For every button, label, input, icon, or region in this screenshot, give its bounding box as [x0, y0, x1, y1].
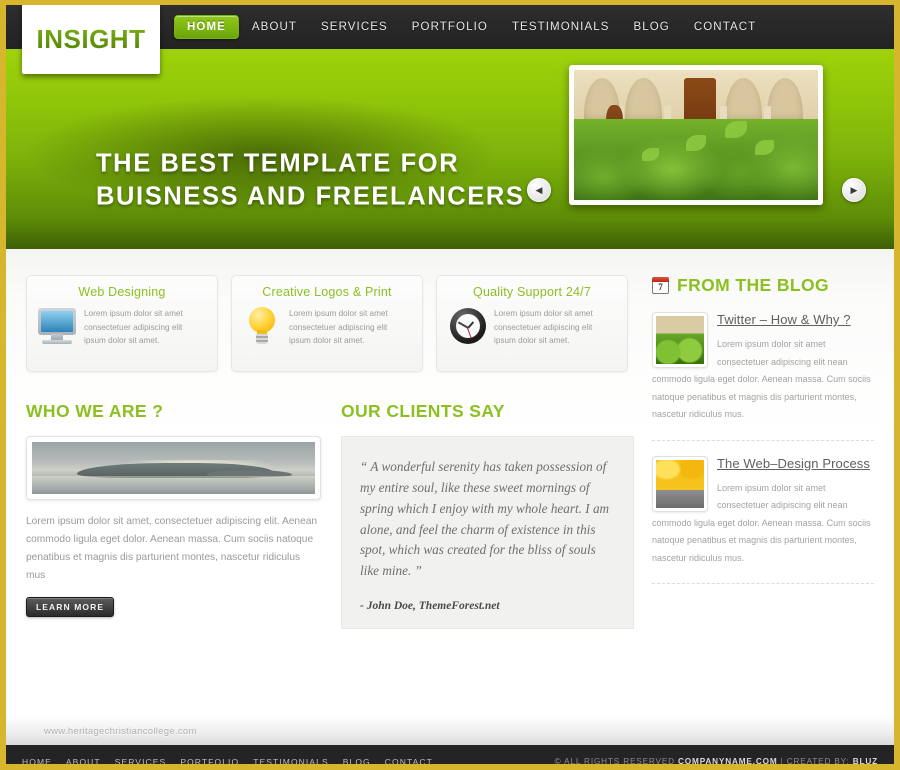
monitor-icon [38, 306, 76, 348]
blog-post-title[interactable]: Twitter – How & Why ? [717, 312, 851, 327]
blog-post: The Web–Design Process Lorem ipsum dolor… [652, 455, 874, 568]
footer-link-portfolio[interactable]: PORTFOLIO [180, 757, 239, 765]
watermark-band: www.heritagechristiancollege.com [6, 715, 894, 745]
main-content: Web Designing Lorem ipsum dolor sit amet… [6, 249, 894, 715]
testimonial-quote: “ A wonderful serenity has taken possess… [360, 459, 610, 579]
blog-sidebar: 7 FROM THE BLOG Twitter – How & Why ? Lo… [634, 275, 874, 715]
chevron-right-icon[interactable]: ▶ [842, 178, 866, 202]
section-title: OUR CLIENTS SAY [341, 401, 505, 421]
divider [652, 439, 874, 441]
footer-link-home[interactable]: HOME [22, 757, 52, 765]
footer-link-services[interactable]: SERVICES [115, 757, 167, 765]
nav-item-services[interactable]: SERVICES [310, 15, 399, 39]
footer-navigation: HOME ABOUT SERVICES PORTFOLIO TESTIMONIA… [22, 757, 433, 765]
learn-more-button[interactable]: LEARN MORE [26, 597, 115, 618]
copyright-author: BLUZ [852, 757, 878, 766]
nav-item-home[interactable]: HOME [174, 15, 239, 39]
feature-title: Quality Support 24/7 [473, 285, 591, 299]
mid-sections: WHO WE ARE ? Lorem ipsum dolor sit amet,… [26, 401, 634, 630]
hero-heading: THE BEST TEMPLATE FOR BUISNESS AND FREEL… [96, 147, 525, 212]
feature-boxes: Web Designing Lorem ipsum dolor sit amet… [26, 275, 634, 372]
footer-link-blog[interactable]: BLOG [343, 757, 371, 765]
lightbulb-icon [243, 306, 281, 348]
hero-slider: THE BEST TEMPLATE FOR BUISNESS AND FREEL… [6, 49, 894, 249]
site-footer: HOME ABOUT SERVICES PORTFOLIO TESTIMONIA… [6, 745, 894, 766]
clock-icon [448, 306, 486, 348]
divider [652, 583, 874, 585]
page-root: INSIGHT HOME ABOUT SERVICES PORTFOLIO TE… [0, 0, 900, 770]
feature-box[interactable]: Quality Support 24/7 Lorem ipsum dolor s… [436, 275, 628, 372]
hero-next-glyph: ▶ [850, 184, 858, 195]
hero-heading-line2: BUISNESS AND FREELANCERS [96, 182, 525, 210]
blog-header: 7 FROM THE BLOG [652, 275, 874, 296]
nav-item-blog[interactable]: BLOG [622, 15, 680, 39]
calendar-day: 7 [652, 282, 669, 294]
nav-item-portfolio[interactable]: PORTFOLIO [401, 15, 499, 39]
feature-title: Web Designing [78, 285, 166, 299]
chevron-left-icon[interactable]: ◀ [527, 178, 551, 202]
feature-text: Lorem ipsum dolor sit amet consectetuer … [494, 309, 593, 346]
nav-item-about[interactable]: ABOUT [241, 15, 308, 39]
copyright: © ALL RIGHTS RESERVED COMPANYNAME.COM | … [554, 757, 878, 766]
content-column: Web Designing Lorem ipsum dolor sit amet… [26, 275, 634, 715]
hero-prev-glyph: ◀ [535, 184, 543, 195]
copyright-company: COMPANYNAME.COM [678, 757, 778, 766]
who-we-are-image [26, 436, 321, 500]
copyright-separator: | CREATED BY: [777, 757, 853, 766]
testimonials-section: OUR CLIENTS SAY “ A wonderful serenity h… [341, 401, 634, 630]
footer-link-testimonials[interactable]: TESTIMONIALS [253, 757, 329, 765]
feature-box[interactable]: Web Designing Lorem ipsum dolor sit amet… [26, 275, 218, 372]
testimonial-card: “ A wonderful serenity has taken possess… [341, 436, 634, 630]
feature-box[interactable]: Creative Logos & Print Lorem ipsum dolor… [231, 275, 423, 372]
section-title: WHO WE ARE ? [26, 401, 164, 421]
blog-post-thumbnail[interactable] [652, 312, 708, 368]
nav-item-contact[interactable]: CONTACT [683, 15, 767, 39]
footer-link-contact[interactable]: CONTACT [385, 757, 433, 765]
blog-post-title[interactable]: The Web–Design Process [717, 456, 870, 471]
logo[interactable]: INSIGHT [22, 5, 160, 74]
calendar-icon: 7 [652, 277, 669, 294]
blog-title: FROM THE BLOG [677, 275, 829, 295]
who-we-are-section: WHO WE ARE ? Lorem ipsum dolor sit amet,… [26, 401, 321, 629]
footer-link-about[interactable]: ABOUT [66, 757, 101, 765]
feature-text: Lorem ipsum dolor sit amet consectetuer … [289, 309, 388, 346]
testimonial-author: - John Doe, ThemeForest.net [360, 600, 500, 613]
logo-text: INSIGHT [36, 23, 146, 54]
feature-text: Lorem ipsum dolor sit amet consectetuer … [84, 309, 183, 346]
hero-image [569, 65, 823, 205]
watermark-text: www.heritagechristiancollege.com [44, 726, 197, 737]
copyright-prefix: © ALL RIGHTS RESERVED [554, 757, 679, 766]
main-navigation: HOME ABOUT SERVICES PORTFOLIO TESTIMONIA… [174, 15, 767, 39]
site-header: INSIGHT HOME ABOUT SERVICES PORTFOLIO TE… [6, 5, 894, 74]
blog-post-thumbnail[interactable] [652, 455, 708, 512]
who-we-are-text: Lorem ipsum dolor sit amet, consectetuer… [26, 516, 318, 581]
blog-post: Twitter – How & Why ? Lorem ipsum dolor … [652, 311, 874, 424]
hero-heading-line1: THE BEST TEMPLATE FOR [96, 149, 460, 178]
feature-title: Creative Logos & Print [262, 285, 392, 299]
nav-item-testimonials[interactable]: TESTIMONIALS [501, 15, 621, 39]
